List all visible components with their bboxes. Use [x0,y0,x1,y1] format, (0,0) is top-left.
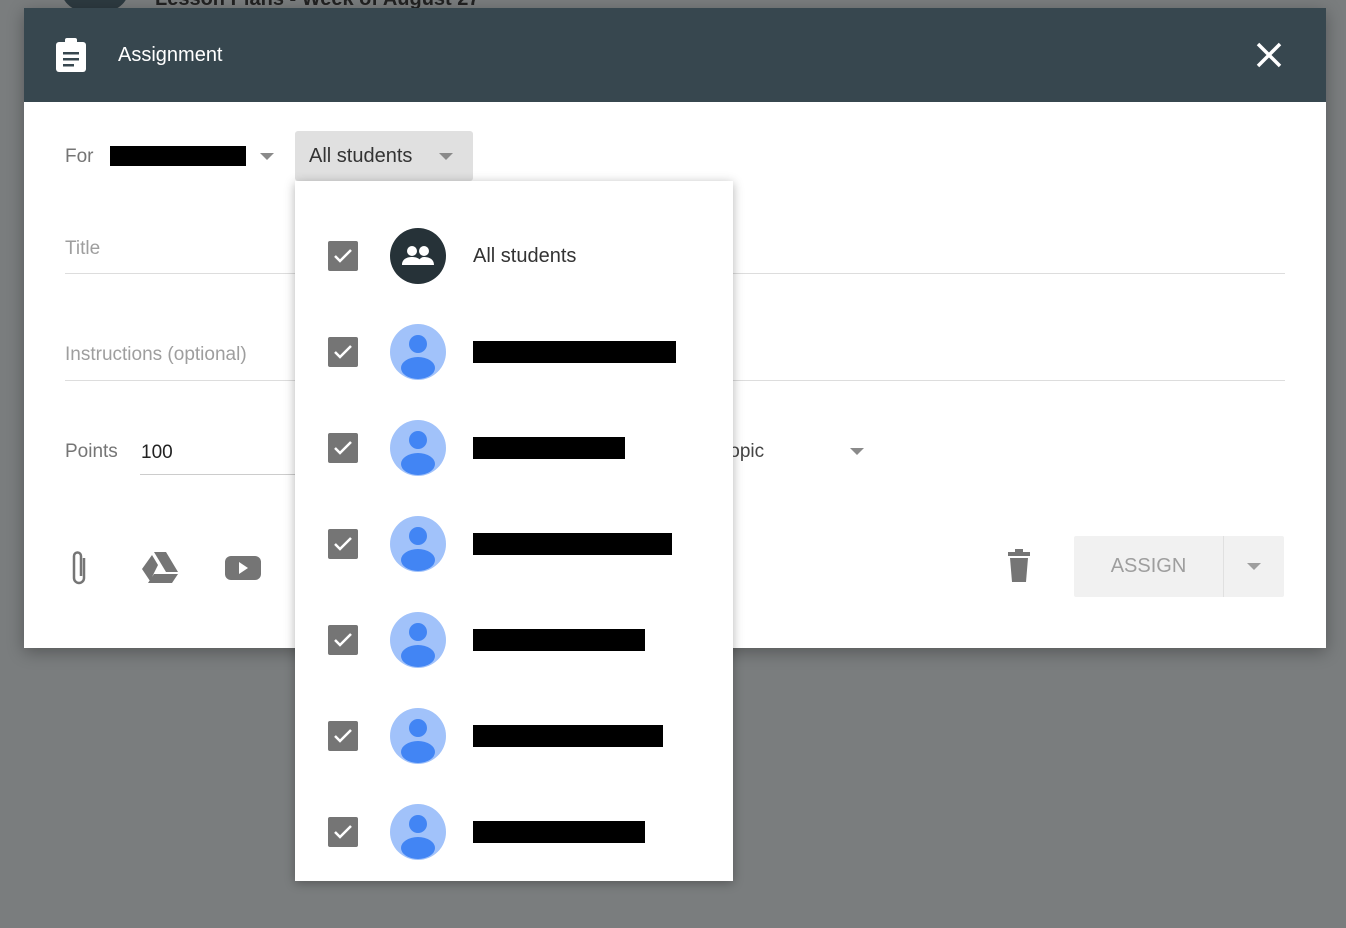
menu-item-student[interactable] [295,804,733,928]
check-icon [334,825,352,839]
for-label: For [65,146,94,167]
redacted-name [473,629,645,651]
chevron-down-icon [1247,563,1261,570]
check-icon [334,633,352,647]
dialog-header: Assignment [24,8,1326,102]
person-icon [390,324,446,380]
assign-button-group: ASSIGN [1074,536,1284,597]
paperclip-icon[interactable] [66,548,92,588]
close-icon[interactable] [1252,38,1286,72]
checkbox-checked[interactable] [328,529,358,559]
checkbox-checked[interactable] [328,433,358,463]
points-label: Points [65,441,118,462]
dialog-title: Assignment [118,43,223,66]
students-select-label: All students [309,145,413,167]
menu-item-student[interactable] [295,516,733,640]
group-icon [390,228,446,284]
checkbox-checked[interactable] [328,625,358,655]
checkbox-checked[interactable] [328,817,358,847]
person-icon [390,708,446,764]
menu-item-student[interactable]: All students [295,228,733,352]
points-input[interactable]: 100 [141,442,173,464]
check-icon [334,249,352,263]
person-icon [390,516,446,572]
menu-item-student[interactable] [295,612,733,736]
chevron-down-icon [850,448,864,455]
menu-item-student[interactable] [295,708,733,832]
redacted-name [473,437,625,459]
redacted-name [473,341,676,363]
redacted-name [473,725,663,747]
clipboard-icon [56,38,86,72]
person-icon [390,612,446,668]
check-icon [334,441,352,455]
menu-item-label: All students [473,245,577,267]
redacted-name [473,821,645,843]
trash-icon[interactable] [1004,548,1034,584]
students-select[interactable]: All students [295,131,473,181]
check-icon [334,729,352,743]
youtube-icon[interactable] [224,554,262,582]
assign-button[interactable]: ASSIGN [1074,536,1224,597]
check-icon [334,345,352,359]
check-icon [334,537,352,551]
redacted-name [473,533,672,555]
title-input[interactable]: Title [65,238,100,260]
checkbox-checked[interactable] [328,241,358,271]
chevron-down-icon [439,153,453,160]
menu-item-student[interactable] [295,420,733,544]
assign-options-button[interactable] [1224,536,1284,597]
menu-item-student[interactable] [295,324,733,448]
instructions-input[interactable]: Instructions (optional) [65,344,247,366]
checkbox-checked[interactable] [328,337,358,367]
person-icon [390,804,446,860]
students-dropdown-menu: All students [295,181,733,881]
person-icon [390,420,446,476]
google-drive-icon[interactable] [140,550,180,584]
checkbox-checked[interactable] [328,721,358,751]
